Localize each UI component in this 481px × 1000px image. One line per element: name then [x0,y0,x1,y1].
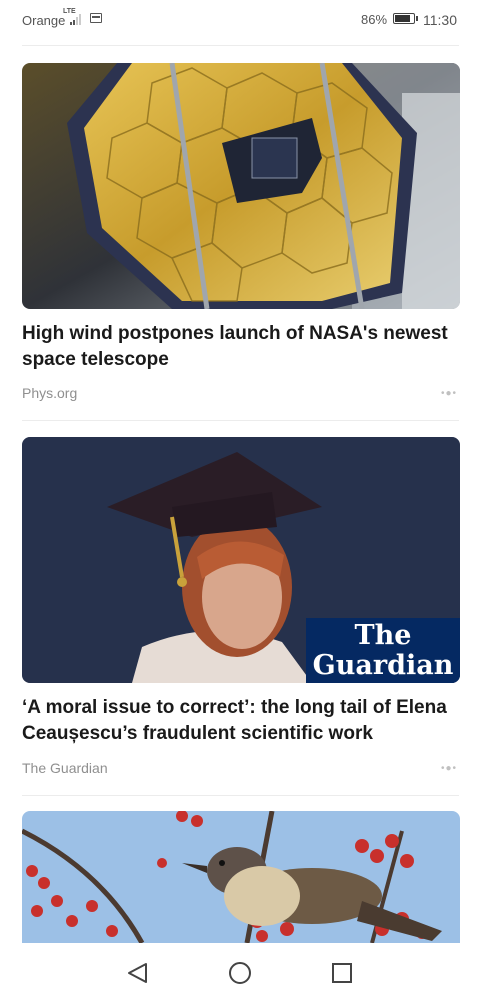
divider [22,795,459,796]
navigation-bar [0,943,481,1000]
article-card[interactable] [22,811,460,943]
carrier-name: Orange [22,13,66,28]
article-image[interactable]: The Guardian [22,437,460,683]
battery-icon [393,13,418,24]
article-card[interactable]: The Guardian ‘A moral issue to correct’:… [22,437,460,787]
signal-icon [70,13,81,25]
article-source: The Guardian [22,760,108,776]
recents-icon[interactable] [328,959,356,987]
article-headline[interactable]: ‘A moral issue to correct’: the long tai… [22,695,460,747]
publisher-badge: The Guardian [306,618,460,683]
back-icon[interactable] [124,959,152,987]
clock: 11:30 [423,12,457,28]
more-options-icon[interactable]: •●• [441,763,457,774]
notification-icon [90,13,102,23]
article-headline[interactable]: High wind postpones launch of NASA's new… [22,321,460,373]
article-image[interactable] [22,63,460,309]
battery-percentage: 86% [361,12,388,27]
divider [22,45,459,46]
article-image[interactable] [22,811,460,943]
badge-line1: The [354,620,412,651]
article-source: Phys.org [22,385,78,401]
status-bar: Orange LTE 86% 11:30 [0,0,481,38]
home-icon[interactable] [226,959,254,987]
divider [22,420,459,421]
more-options-icon[interactable]: •●• [441,388,457,399]
badge-line2: Guardian [312,650,454,681]
article-card[interactable]: High wind postpones launch of NASA's new… [22,63,460,413]
